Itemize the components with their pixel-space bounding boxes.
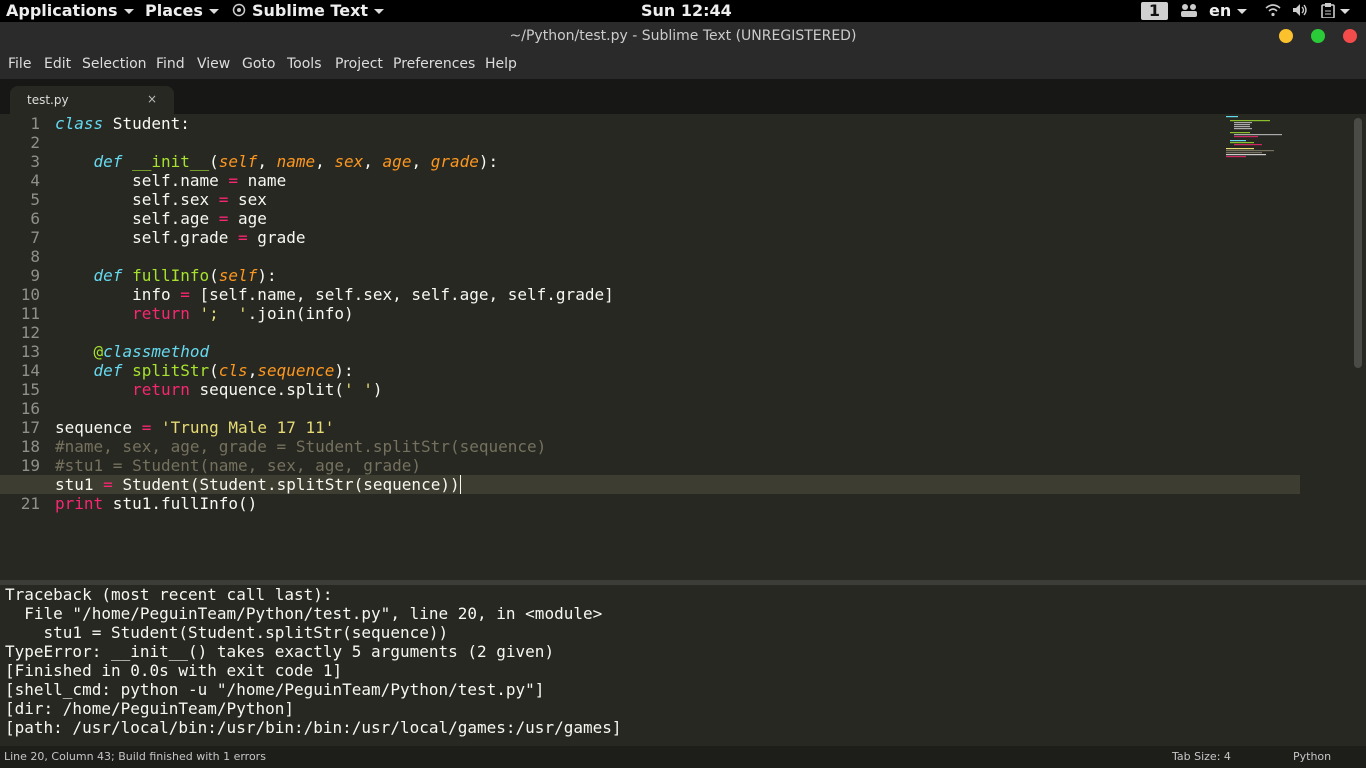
close-icon[interactable]: ×	[147, 92, 157, 106]
menu-preferences[interactable]: Preferences	[393, 50, 475, 79]
code-line[interactable]: def splitStr(cls,sequence):	[55, 361, 1215, 380]
applications-menu[interactable]: Applications	[6, 0, 134, 22]
code-line[interactable]: sequence = 'Trung Male 17 11'	[55, 418, 1215, 437]
menu-goto[interactable]: Goto	[242, 50, 275, 79]
window-title-bar: ~/Python/test.py - Sublime Text (UNREGIS…	[0, 22, 1366, 50]
volume-icon[interactable]	[1292, 0, 1308, 22]
menu-edit[interactable]: Edit	[44, 50, 71, 79]
users-icon[interactable]	[1180, 0, 1198, 22]
maximize-button[interactable]	[1311, 29, 1325, 43]
tab-size-selector[interactable]: Tab Size: 4	[1172, 746, 1231, 768]
menu-bar: File Edit Selection Find View Goto Tools…	[0, 50, 1366, 79]
code-line[interactable]: #name, sex, age, grade = Student.splitSt…	[55, 437, 1215, 456]
code-line[interactable]	[55, 399, 1215, 418]
line-number: 5	[30, 190, 40, 209]
status-bar: Line 20, Column 43; Build finished with …	[0, 746, 1366, 768]
menu-tools[interactable]: Tools	[287, 50, 322, 79]
output-line: [path: /usr/local/bin:/usr/bin:/bin:/usr…	[5, 718, 622, 737]
line-number: 4	[30, 171, 40, 190]
code-line[interactable]: def fullInfo(self):	[55, 266, 1215, 285]
line-number: 16	[20, 399, 40, 418]
code-line-current[interactable]: stu1 = Student(Student.splitStr(sequence…	[0, 475, 1300, 494]
output-line: [Finished in 0.0s with exit code 1]	[5, 661, 343, 680]
code-line[interactable]: self.grade = grade	[55, 228, 1215, 247]
chevron-down-icon	[123, 9, 134, 14]
minimap[interactable]	[1226, 116, 1296, 160]
line-number: 19	[20, 456, 40, 475]
syntax-selector[interactable]: Python	[1293, 746, 1331, 768]
tab-bar: test.py ×	[0, 79, 1366, 114]
menu-file[interactable]: File	[8, 50, 31, 79]
code-lines[interactable]: class Student: def __init__(self, name, …	[0, 114, 1300, 513]
menu-help[interactable]: Help	[485, 50, 517, 79]
code-line[interactable]: self.sex = sex	[55, 190, 1215, 209]
workspace-indicator[interactable]: 1	[1141, 2, 1168, 20]
line-number: 12	[20, 323, 40, 342]
language-menu[interactable]: en	[1209, 0, 1248, 22]
code-line[interactable]: return '; '.join(info)	[55, 304, 1215, 323]
code-line[interactable]: self.name = name	[55, 171, 1215, 190]
code-line[interactable]: return sequence.split(' ')	[55, 380, 1215, 399]
menu-project[interactable]: Project	[335, 50, 383, 79]
code-line[interactable]: def __init__(self, name, sex, age, grade…	[55, 152, 1215, 171]
chevron-down-icon	[1237, 9, 1248, 14]
chevron-down-icon	[208, 9, 219, 14]
code-line[interactable]	[55, 247, 1215, 266]
menu-find[interactable]: Find	[156, 50, 185, 79]
line-number: 21	[20, 494, 40, 513]
line-number: 11	[20, 304, 40, 323]
line-number: 8	[30, 247, 40, 266]
tab-label: test.py	[27, 93, 69, 107]
output-line: File "/home/PeguinTeam/Python/test.py", …	[5, 604, 603, 623]
output-line: TypeError: __init__() takes exactly 5 ar…	[5, 642, 555, 661]
tab-test-py[interactable]: test.py ×	[10, 86, 174, 114]
line-number: 3	[30, 152, 40, 171]
line-number-gutter: 1 2 3 4 5 6 7 8 9 10 11 12 13 14 15 16 1…	[0, 114, 40, 513]
output-line: Traceback (most recent call last):	[5, 585, 333, 604]
output-line: stu1 = Student(Student.splitStr(sequence…	[5, 623, 449, 642]
code-line[interactable]: print stu1.fullInfo()	[55, 494, 1215, 513]
line-number: 17	[20, 418, 40, 437]
line-number: 13	[20, 342, 40, 361]
status-message: Line 20, Column 43; Build finished with …	[4, 750, 266, 763]
line-number: 10	[20, 285, 40, 304]
code-line[interactable]: class Student:	[55, 114, 1215, 133]
wifi-icon[interactable]	[1265, 0, 1281, 22]
line-number: 6	[30, 209, 40, 228]
output-line: [dir: /home/PeguinTeam/Python]	[5, 699, 294, 718]
sublime-text-icon	[232, 3, 246, 17]
code-line[interactable]: @classmethod	[55, 342, 1215, 361]
places-menu[interactable]: Places	[145, 0, 219, 22]
clipboard-icon[interactable]	[1321, 0, 1335, 22]
line-number: 15	[20, 380, 40, 399]
code-line[interactable]	[55, 133, 1215, 152]
code-line[interactable]: info = [self.name, self.sex, self.age, s…	[55, 285, 1215, 304]
menu-selection[interactable]: Selection	[82, 50, 147, 79]
line-number: 14	[20, 361, 40, 380]
code-editor[interactable]: 1 2 3 4 5 6 7 8 9 10 11 12 13 14 15 16 1…	[0, 114, 1366, 580]
line-number: 18	[20, 437, 40, 456]
system-top-bar: Applications Places Sublime Text Sun 12:…	[0, 0, 1366, 22]
line-number: 9	[30, 266, 40, 285]
window-title: ~/Python/test.py - Sublime Text (UNREGIS…	[509, 28, 857, 44]
chevron-down-icon[interactable]	[1340, 0, 1350, 22]
close-button[interactable]	[1343, 29, 1357, 43]
active-app-menu[interactable]: Sublime Text	[232, 0, 385, 22]
code-line[interactable]: #stu1 = Student(name, sex, age, grade)	[55, 456, 1215, 475]
line-number: 7	[30, 228, 40, 247]
line-number: 1	[30, 114, 40, 133]
chevron-down-icon	[374, 9, 385, 14]
clock[interactable]: Sun 12:44	[641, 0, 732, 22]
minimize-button[interactable]	[1279, 29, 1293, 43]
editor-scrollbar[interactable]	[1354, 118, 1362, 368]
menu-view[interactable]: View	[197, 50, 230, 79]
build-output-panel[interactable]: Traceback (most recent call last): File …	[0, 585, 1366, 745]
output-line: [shell_cmd: python -u "/home/PeguinTeam/…	[5, 680, 545, 699]
code-line[interactable]	[55, 323, 1215, 342]
code-line[interactable]: self.age = age	[55, 209, 1215, 228]
line-number: 2	[30, 133, 40, 152]
